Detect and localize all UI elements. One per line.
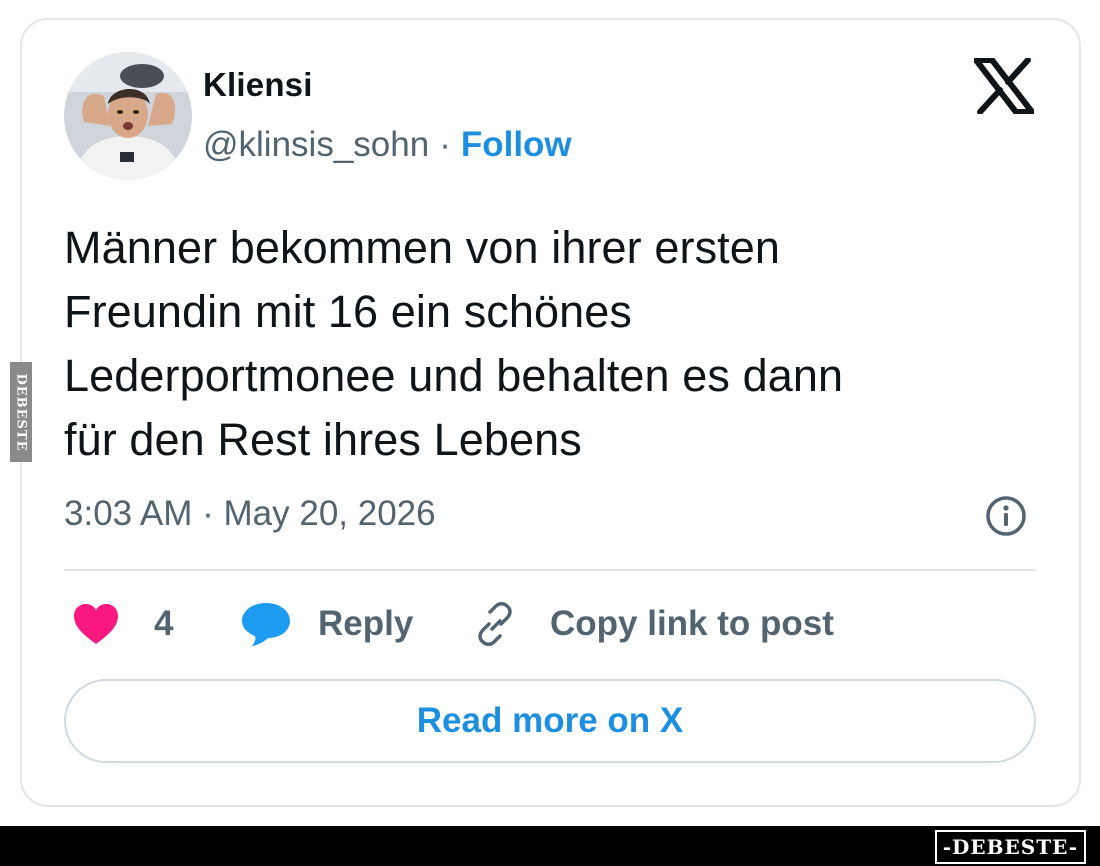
tweet-text-line: Männer bekommen von ihrer ersten [64, 222, 781, 273]
author-handle-row: @klinsis_sohn · Follow [203, 125, 572, 165]
author-avatar[interactable] [64, 52, 192, 180]
tweet-text-line: Lederportmonee und behalten es dann [64, 350, 844, 401]
side-watermark-text: DEBESTE [13, 372, 29, 452]
tweet-timestamp[interactable]: 3:03 AM · May 20, 2026 [64, 494, 436, 534]
handle-separator: · [439, 125, 451, 164]
side-watermark: DEBESTE [10, 362, 32, 462]
copy-link-button[interactable]: Copy link to post [470, 598, 834, 650]
speech-bubble-icon [242, 603, 290, 646]
heart-icon [74, 604, 118, 644]
read-more-label: Read more on X [416, 701, 684, 740]
x-logo-icon[interactable] [974, 58, 1034, 114]
reply-label: Reply [318, 604, 414, 643]
link-icon [478, 602, 512, 646]
like-button[interactable]: 4 [72, 598, 173, 650]
avatar-photo-icon [64, 52, 192, 180]
author-handle[interactable]: @klinsis_sohn [203, 125, 429, 164]
info-icon[interactable] [984, 494, 1028, 538]
read-more-button[interactable]: Read more on X [64, 679, 1036, 763]
author-display-name[interactable]: Kliensi [203, 66, 313, 104]
copy-link-label: Copy link to post [550, 604, 834, 643]
divider [64, 569, 1036, 571]
like-count: 4 [154, 604, 174, 643]
reply-button[interactable]: Reply [240, 598, 413, 650]
tweet-text-line: für den Rest ihres Lebens [64, 414, 582, 465]
watermark-logo: -DEBESTE- [934, 830, 1086, 864]
watermark-bar: -DEBESTE- [0, 826, 1100, 866]
tweet-text-line: Freundin mit 16 ein schönes [64, 286, 633, 337]
follow-button[interactable]: Follow [461, 125, 572, 164]
tweet-text: Männer bekommen von ihrer ersten Freundi… [64, 216, 1024, 472]
